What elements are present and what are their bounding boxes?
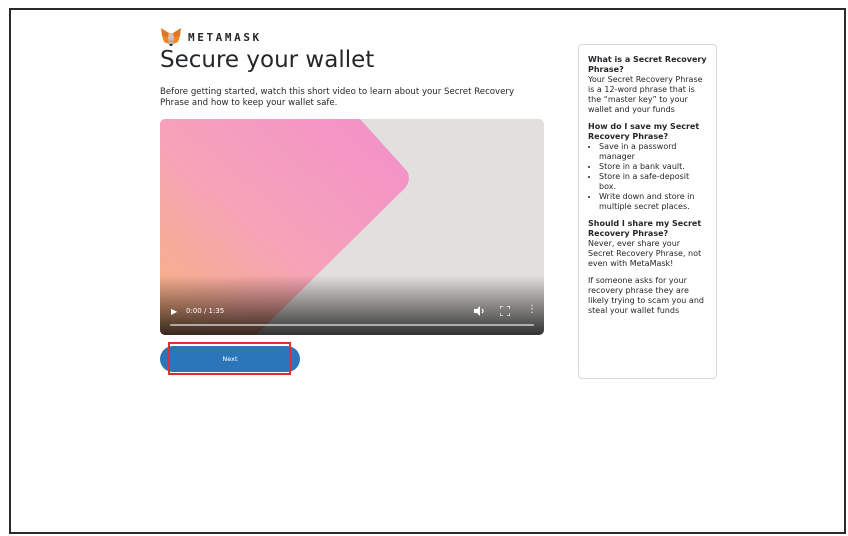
more-options-icon[interactable]: ⋮ [527, 305, 537, 315]
play-icon[interactable]: ▶ [171, 307, 177, 316]
info-q1-body: Your Secret Recovery Phrase is a 12-word… [588, 75, 703, 114]
fullscreen-icon[interactable] [500, 306, 510, 316]
list-item: Save in a password manager [599, 142, 708, 162]
page-description: Before getting started, watch this short… [160, 87, 515, 108]
info-q2-list: Save in a password manager Store in a ba… [588, 142, 708, 212]
video-controls: ▶ 0:00 / 1:35 ⋮ [160, 295, 544, 335]
info-panel: What is a Secret Recovery Phrase? Your S… [578, 44, 717, 379]
fox-icon [161, 28, 181, 46]
brand-wordmark: METAMASK [188, 30, 262, 44]
highlight-box [168, 342, 291, 375]
info-q1-title: What is a Secret Recovery Phrase? [588, 55, 707, 74]
page-title: Secure your wallet [160, 47, 375, 73]
list-item: Store in a bank vault. [599, 162, 708, 172]
metamask-logo: METAMASK [160, 27, 262, 47]
video-player[interactable]: ▶ 0:00 / 1:35 ⋮ [160, 119, 544, 335]
video-time-display: 0:00 / 1:35 [186, 307, 225, 315]
info-q3-warning: If someone asks for your recovery phrase… [588, 276, 704, 315]
list-item: Store in a safe-deposit box. [599, 172, 708, 192]
info-q3-title: Should I share my Secret Recovery Phrase… [588, 219, 702, 238]
list-item: Write down and store in multiple secret … [599, 192, 708, 212]
info-q2-title: How do I save my Secret Recovery Phrase? [588, 122, 700, 141]
volume-icon[interactable] [474, 306, 486, 316]
video-progress-bar[interactable] [170, 324, 534, 326]
info-q3-body: Never, ever share your Secret Recovery P… [588, 239, 702, 268]
